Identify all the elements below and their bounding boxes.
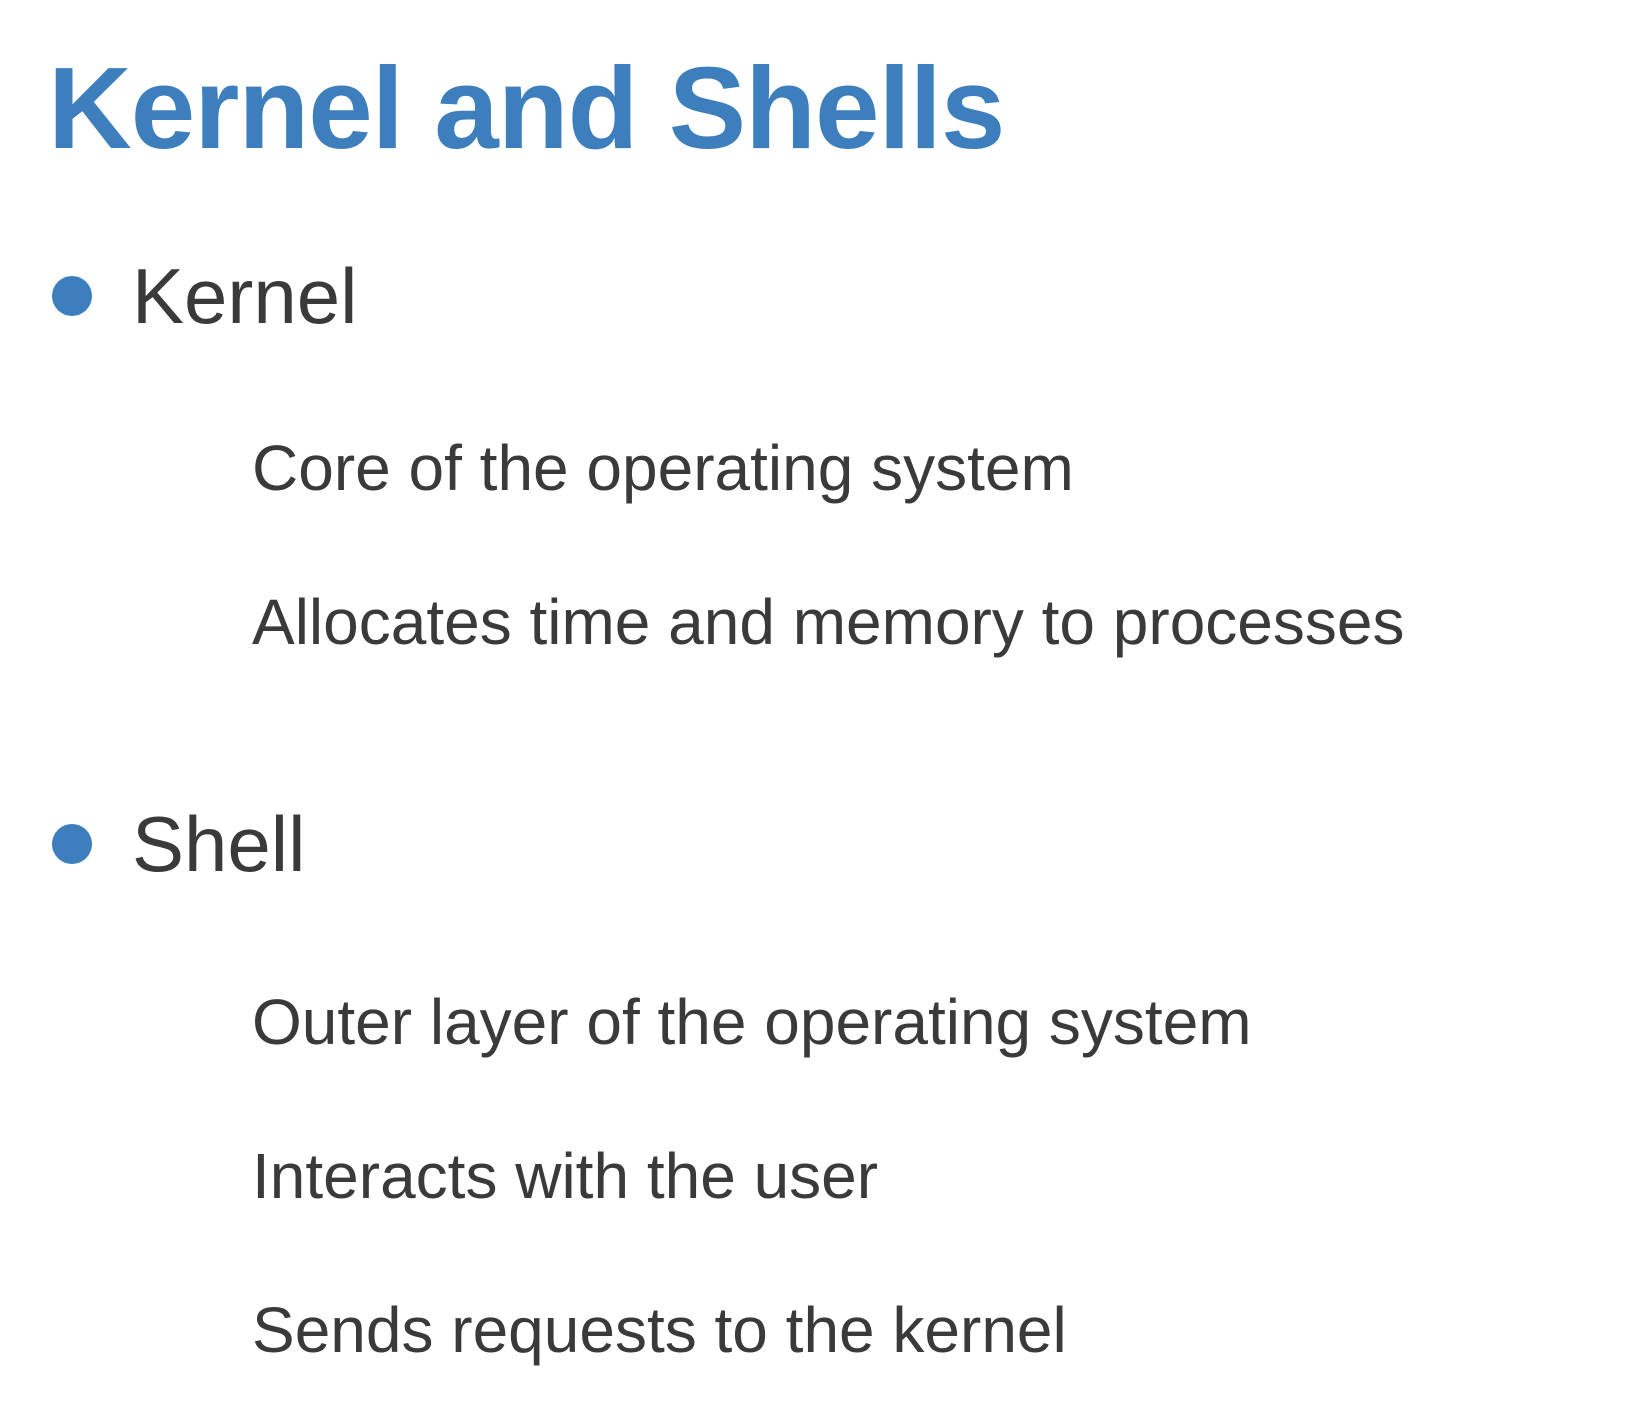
shell-point-3: Sends requests to the kernel [252, 1294, 1067, 1366]
shell-point-1: Outer layer of the operating system [252, 986, 1252, 1058]
bullet-shell: Shell [52, 794, 305, 894]
bullet-heading-shell: Shell [132, 800, 306, 888]
bullet-dot-icon [52, 276, 92, 316]
bullet-dot-icon [52, 824, 92, 864]
shell-point-2: Interacts with the user [252, 1140, 879, 1212]
slide: Kernel and Shells Kernel Core of the ope… [0, 0, 1634, 1424]
slide-title: Kernel and Shells [48, 43, 1005, 173]
kernel-point-2: Allocates time and memory to processes [252, 586, 1405, 658]
bullet-heading-kernel: Kernel [132, 252, 358, 340]
kernel-point-1: Core of the operating system [252, 432, 1074, 504]
bullet-kernel: Kernel [52, 246, 357, 346]
